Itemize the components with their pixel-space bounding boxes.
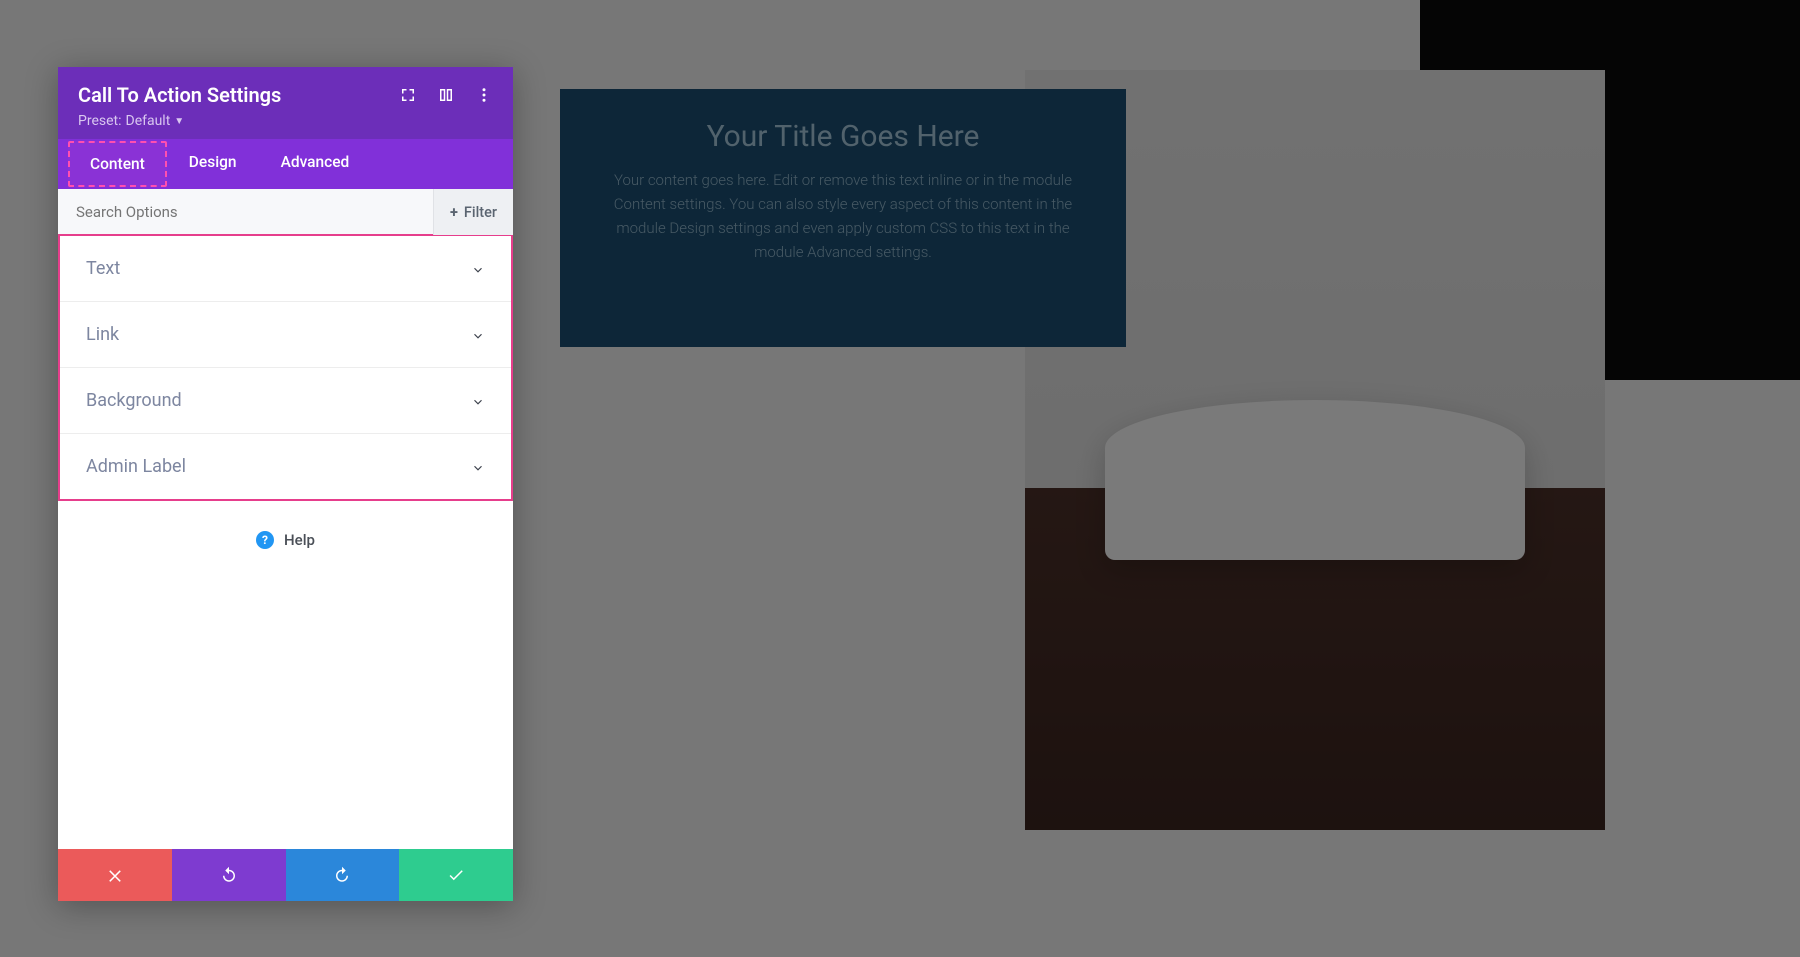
menu-icon[interactable] [475,86,493,104]
option-label: Text [86,258,120,279]
option-admin-label[interactable]: Admin Label [60,434,511,499]
panel-footer [58,849,513,901]
help-button[interactable]: ? Help [58,501,513,559]
option-text[interactable]: Text [60,236,511,302]
help-label: Help [284,531,315,549]
chevron-down-icon [471,328,485,342]
filter-label: Filter [464,204,497,221]
settings-panel: Call To Action Settings Preset: Default … [58,67,513,901]
chevron-down-icon [471,262,485,276]
cancel-button[interactable] [58,849,172,901]
redo-icon [333,866,351,884]
preset-label: Preset: [78,113,122,129]
option-link[interactable]: Link [60,302,511,368]
search-row: + Filter [58,189,513,236]
columns-icon[interactable] [437,86,455,104]
panel-spacer [58,559,513,849]
preset-selector[interactable]: Preset: Default ▼ [78,113,493,129]
preset-value: Default [126,113,171,129]
check-icon [447,866,465,884]
chevron-down-icon [471,460,485,474]
redo-button[interactable] [286,849,400,901]
tab-advanced[interactable]: Advanced [259,139,372,189]
search-input[interactable] [58,189,433,235]
options-list: Text Link Background Admin Label [58,234,513,501]
header-icons [399,86,493,104]
chevron-down-icon [471,394,485,408]
tab-design[interactable]: Design [167,139,259,189]
help-icon: ? [256,531,274,549]
panel-title: Call To Action Settings [78,83,281,107]
option-label: Background [86,390,182,411]
undo-icon [220,866,238,884]
option-background[interactable]: Background [60,368,511,434]
caret-down-icon: ▼ [174,116,184,127]
close-icon [106,866,124,884]
save-button[interactable] [399,849,513,901]
undo-button[interactable] [172,849,286,901]
option-label: Link [86,324,119,345]
option-label: Admin Label [86,456,186,477]
filter-button[interactable]: + Filter [433,189,513,235]
panel-title-row: Call To Action Settings [78,83,493,107]
panel-header: Call To Action Settings Preset: Default … [58,67,513,139]
tabs: Content Design Advanced [58,139,513,189]
tab-content[interactable]: Content [68,141,167,187]
plus-icon: + [450,204,458,221]
expand-icon[interactable] [399,86,417,104]
